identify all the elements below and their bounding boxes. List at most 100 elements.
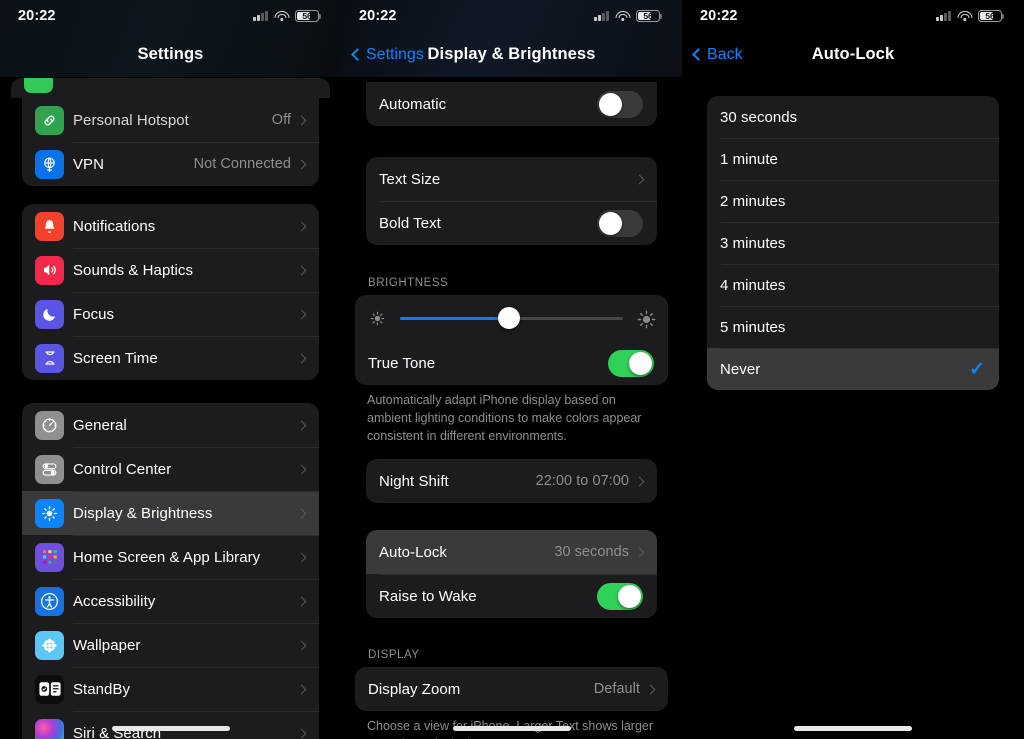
chevron-left-icon — [692, 48, 705, 61]
status-bar-time: 20:22 — [700, 8, 738, 24]
auto-lock-option-row[interactable]: 5 minutes — [707, 306, 999, 348]
sidebar-item-label: Accessibility — [73, 592, 156, 610]
night-shift-value: 22:00 to 07:00 — [535, 473, 629, 489]
sidebar-item-screen-time[interactable]: Screen Time — [22, 336, 319, 380]
display-zoom-group: Display Zoom Default — [355, 667, 668, 711]
sidebar-item-vpn[interactable]: VPN Not Connected — [22, 142, 319, 186]
true-tone-toggle[interactable] — [608, 349, 654, 377]
wifi-icon — [274, 10, 289, 22]
cellular-signal-icon — [253, 11, 268, 21]
auto-lock-option-row[interactable]: 4 minutes — [707, 264, 999, 306]
three-panel-screenshot: Personal Hotspot Off VPN Not Connected N… — [0, 0, 1024, 739]
row-value: Off — [271, 112, 291, 128]
chevron-right-icon — [645, 684, 656, 694]
chevron-right-icon — [296, 508, 307, 518]
checkmark-icon: ✓ — [969, 358, 985, 380]
sidebar-item-focus[interactable]: Focus — [22, 292, 319, 336]
battery-icon: 56 — [978, 9, 1005, 23]
sidebar-item-label: Control Center — [73, 460, 172, 478]
raise-to-wake-row[interactable]: Raise to Wake — [366, 574, 657, 618]
home-indicator[interactable] — [111, 726, 230, 731]
status-bar: 20:22 56 — [341, 0, 682, 32]
sidebar-item-label: Personal Hotspot — [73, 111, 189, 129]
sidebar-item-control-center[interactable]: Control Center — [22, 447, 319, 491]
accessibility-icon — [35, 586, 64, 616]
chevron-right-icon — [296, 265, 307, 275]
standby-icon — [35, 674, 64, 704]
chevron-right-icon — [296, 596, 307, 606]
raise-to-wake-label: Raise to Wake — [379, 587, 477, 605]
text-size-row[interactable]: Text Size — [366, 157, 657, 201]
chevron-right-icon — [296, 353, 307, 363]
home-indicator[interactable] — [794, 726, 912, 731]
auto-lock-option-row[interactable]: 3 minutes — [707, 222, 999, 264]
home-indicator[interactable] — [452, 726, 571, 731]
sidebar-item-label: General — [73, 416, 127, 434]
sidebar-item-siri-search[interactable]: Siri & Search — [22, 711, 319, 739]
back-button-label: Back — [707, 45, 743, 63]
display-zoom-row[interactable]: Display Zoom Default — [355, 667, 668, 711]
raise-to-wake-toggle[interactable] — [597, 582, 643, 610]
bold-text-row[interactable]: Bold Text — [366, 201, 657, 245]
battery-percent: 56 — [643, 10, 653, 21]
status-bar: 20:22 56 — [682, 0, 1024, 32]
automatic-row[interactable]: Automatic — [366, 82, 657, 126]
brightness-fill — [400, 316, 510, 320]
sidebar-item-accessibility[interactable]: Accessibility — [22, 579, 319, 623]
sidebar-item-label: Display & Brightness — [73, 504, 213, 522]
chevron-right-icon — [296, 464, 307, 474]
chevron-right-icon — [296, 420, 307, 430]
bold-text-toggle[interactable] — [597, 209, 643, 237]
auto-lock-scroll-view[interactable]: 30 seconds 1 minute 2 minutes 3 minutes 4 mi… — [682, 0, 1024, 739]
back-button[interactable]: Back — [692, 32, 743, 77]
panel-display-brightness: Automatic Text Size Bold Text BRIGHTNESS — [341, 0, 682, 739]
panel-settings: Personal Hotspot Off VPN Not Connected N… — [0, 0, 341, 739]
lock-group: Auto-Lock 30 seconds Raise to Wake — [366, 530, 657, 618]
sidebar-item-home-screen-app-library[interactable]: Home Screen & App Library — [22, 535, 319, 579]
display-zoom-label: Display Zoom — [368, 680, 461, 698]
auto-lock-option-row[interactable]: Never ✓ — [707, 348, 999, 390]
display-brightness-scroll-view[interactable]: Automatic Text Size Bold Text BRIGHTNESS — [341, 0, 682, 739]
night-shift-row[interactable]: Night Shift 22:00 to 07:00 — [366, 459, 657, 503]
battery-icon: 56 — [295, 9, 322, 23]
status-bar-time: 20:22 — [359, 8, 397, 24]
status-bar-time: 20:22 — [18, 8, 56, 24]
automatic-toggle[interactable] — [597, 90, 643, 118]
wifi-icon — [615, 10, 630, 22]
brightness-slider-row[interactable] — [355, 295, 668, 341]
sidebar-item-wallpaper[interactable]: Wallpaper — [22, 623, 319, 667]
chevron-right-icon — [296, 684, 307, 694]
back-button-label: Settings — [366, 45, 424, 63]
brightness-knob[interactable] — [498, 307, 521, 329]
appearance-group: Automatic — [366, 82, 657, 126]
page-title: Auto-Lock — [811, 45, 895, 63]
brightness-track[interactable] — [400, 307, 623, 329]
chevron-right-icon — [296, 640, 307, 650]
display-zoom-footnote: Choose a view for iPhone. Larger Text sh… — [367, 719, 654, 739]
auto-lock-option-label: 4 minutes — [720, 276, 786, 294]
true-tone-row[interactable]: True Tone — [355, 341, 668, 385]
vpn-icon — [35, 149, 64, 179]
sidebar-item-label: Notifications — [73, 217, 156, 235]
auto-lock-option-row[interactable]: 2 minutes — [707, 180, 999, 222]
sidebar-item-notifications[interactable]: Notifications — [22, 204, 319, 248]
auto-lock-option-row[interactable]: 30 seconds — [707, 96, 999, 138]
sidebar-item-general[interactable]: General — [22, 403, 319, 447]
sidebar-item-label: Home Screen & App Library — [73, 548, 261, 566]
auto-lock-option-row[interactable]: 1 minute — [707, 138, 999, 180]
battery-icon: 56 — [636, 9, 663, 23]
settings-scroll-view[interactable]: Personal Hotspot Off VPN Not Connected N… — [0, 0, 341, 739]
sidebar-item-sounds-haptics[interactable]: Sounds & Haptics — [22, 248, 319, 292]
sidebar-item-personal-hotspot[interactable]: Personal Hotspot Off — [22, 98, 319, 142]
chevron-right-icon — [296, 159, 307, 169]
text-group: Text Size Bold Text — [366, 157, 657, 245]
focus-icon — [35, 299, 64, 329]
auto-lock-row[interactable]: Auto-Lock 30 seconds — [366, 530, 657, 574]
sidebar-item-standby[interactable]: StandBy — [22, 667, 319, 711]
display-brightness-icon — [35, 498, 64, 528]
display-header: DISPLAY — [368, 649, 420, 661]
settings-group-connectivity: Personal Hotspot Off VPN Not Connected — [22, 98, 319, 186]
status-bar-indicators: 56 — [253, 9, 322, 23]
back-button[interactable]: Settings — [351, 32, 424, 77]
sidebar-item-display-brightness[interactable]: Display & Brightness — [22, 491, 319, 535]
